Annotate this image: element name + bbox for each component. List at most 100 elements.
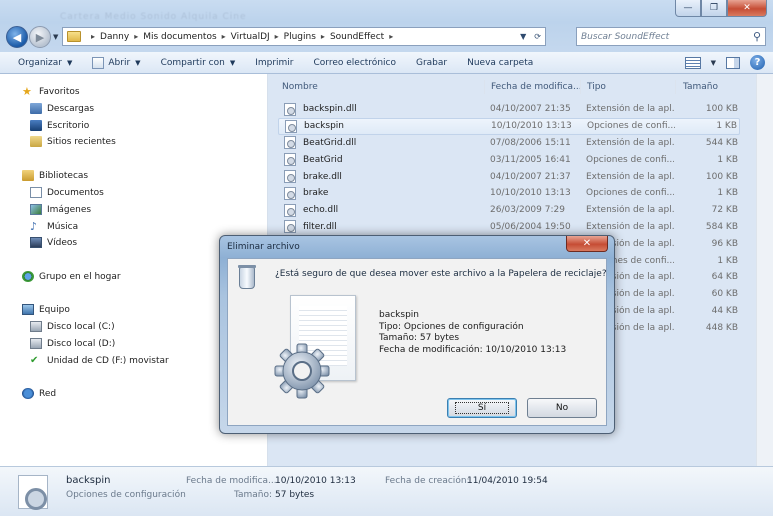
file-type: Opciones de confi... — [586, 154, 674, 165]
sidebar-item-downloads[interactable]: Descargas — [30, 103, 94, 114]
sidebar-item-desktop[interactable]: Escritorio — [30, 120, 89, 131]
file-size: 1 KB — [717, 154, 738, 165]
file-size: 44 KB — [711, 305, 738, 316]
address-dropdown-icon[interactable]: ▼ — [520, 32, 526, 41]
minimize-button[interactable]: — — [675, 0, 701, 17]
sidebar-item-network[interactable]: Red — [22, 388, 56, 399]
file-thumbnail-icon — [18, 475, 48, 510]
file-row[interactable]: brake 10/10/2010 13:13 Opciones de confi..… — [278, 185, 740, 202]
maximize-button[interactable]: ❐ — [701, 0, 727, 17]
email-button[interactable]: Correo electrónico — [314, 58, 396, 68]
column-name[interactable]: Nombre — [282, 82, 318, 92]
search-input[interactable]: Buscar SoundEffect ⚲ — [576, 27, 766, 46]
file-row[interactable]: backspin.dll 04/10/2007 21:35 Extensión de… — [278, 101, 740, 118]
file-row[interactable]: echo.dll 26/03/2009 7:29 Extensión de la a… — [278, 202, 740, 219]
file-row[interactable]: filter.dll 05/06/2004 19:50 Extensión de l… — [278, 219, 740, 236]
column-headers: Nombre Fecha de modifica... Tipo Tamaño — [275, 80, 745, 94]
share-button[interactable]: Compartir con ▼ — [161, 58, 236, 68]
column-size[interactable]: Tamaño — [683, 82, 718, 92]
sidebar-item-homegroup[interactable]: Grupo en el hogar — [22, 271, 121, 282]
breadcrumb-root-arrow[interactable]: ▸ — [86, 32, 100, 41]
file-size: 1 KB — [717, 188, 738, 199]
file-name: backspin — [304, 121, 344, 132]
print-button[interactable]: Imprimir — [255, 58, 293, 68]
breadcrumb-danny[interactable]: Danny ▸ — [100, 32, 143, 42]
column-type[interactable]: Tipo — [587, 82, 606, 92]
search-placeholder: Buscar SoundEffect — [581, 31, 670, 42]
details-pane: backspin Opciones de configuración Fecha… — [0, 466, 773, 516]
dialog-file-info: backspin Tipo: Opciones de configuración… — [379, 310, 566, 356]
open-button[interactable]: Abrir ▼ — [92, 56, 141, 69]
file-row[interactable]: BeatGrid 03/11/2005 16:41 Opciones de conf… — [278, 151, 740, 168]
arrow-right-icon: ▶ — [35, 30, 45, 44]
sidebar-item-images[interactable]: Imágenes — [30, 204, 91, 215]
videos-icon — [30, 237, 42, 248]
details-created-label: Fecha de creación: — [385, 476, 470, 486]
downloads-icon — [30, 103, 42, 114]
sidebar-item-favorites[interactable]: ★ Favoritos — [22, 86, 80, 97]
file-date: 10/10/2010 13:13 — [490, 188, 571, 199]
refresh-icon[interactable]: ⟳ — [534, 32, 541, 41]
file-size: 64 KB — [711, 272, 738, 283]
cd-drive-icon: ✔ — [30, 355, 39, 366]
view-dropdown-icon[interactable]: ▼ — [711, 59, 716, 67]
organize-button[interactable]: Organizar ▼ — [18, 58, 72, 68]
search-icon[interactable]: ⚲ — [753, 30, 761, 43]
sidebar-item-disk-d[interactable]: Disco local (D:) — [30, 338, 115, 349]
file-name: BeatGrid.dll — [303, 137, 357, 148]
file-row[interactable]: brake.dll 04/10/2007 21:37 Extensión de la… — [278, 168, 740, 185]
recent-pages-dropdown[interactable]: ▼ — [53, 33, 58, 41]
file-size: 72 KB — [711, 205, 738, 216]
view-icon[interactable] — [684, 56, 701, 69]
file-type: Extensión de la apl... — [586, 205, 674, 216]
file-row[interactable]: backspin 10/10/2010 13:13 Opciones de conf… — [278, 117, 740, 135]
sidebar-item-cd[interactable]: ✔ Unidad de CD (F:) movistar — [30, 355, 169, 366]
dialog-body: ¿Está seguro de que desea mover este arc… — [227, 258, 607, 426]
file-type: Extensión de la apl... — [586, 221, 674, 232]
sidebar-item-disk-c[interactable]: Disco local (C:) — [30, 321, 115, 332]
breadcrumb-soundeffect[interactable]: SoundEffect ▸ — [330, 32, 398, 42]
address-bar[interactable]: ▸ Danny ▸ Mis documentos ▸ VirtualDJ ▸ Plug… — [62, 27, 546, 46]
column-date[interactable]: Fecha de modifica... — [491, 82, 582, 92]
sidebar-item-libraries[interactable]: Bibliotecas — [22, 170, 88, 181]
breadcrumb-virtualdj[interactable]: VirtualDJ ▸ — [231, 32, 284, 42]
new-folder-button[interactable]: Nueva carpeta — [467, 58, 533, 68]
homegroup-icon — [22, 271, 34, 282]
dialog-file-type: Tipo: Opciones de configuración — [379, 321, 524, 332]
file-row[interactable]: BeatGrid.dll 07/08/2006 15:11 Extensión de… — [278, 135, 740, 152]
dialog-question: ¿Está seguro de que desea mover este arc… — [275, 269, 607, 279]
column-divider[interactable] — [675, 80, 676, 94]
sidebar-item-music[interactable]: ♪ Música — [30, 221, 78, 232]
burn-button[interactable]: Grabar — [416, 58, 447, 68]
vertical-scrollbar[interactable] — [756, 74, 773, 466]
sidebar-item-recent[interactable]: Sitios recientes — [30, 136, 116, 147]
no-button[interactable]: No — [527, 398, 597, 418]
gear-icon — [274, 343, 330, 399]
preview-pane-icon[interactable] — [726, 56, 740, 69]
file-date: 07/08/2006 15:11 — [490, 137, 571, 148]
file-date: 10/10/2010 13:13 — [491, 121, 572, 132]
open-icon — [92, 56, 105, 69]
computer-icon — [22, 304, 34, 315]
dialog-file-size: Tamaño: 57 bytes — [379, 333, 460, 344]
help-icon[interactable]: ? — [750, 55, 765, 70]
column-divider[interactable] — [484, 80, 485, 94]
sidebar-item-documents[interactable]: Documentos — [30, 187, 104, 198]
file-icon — [284, 170, 296, 184]
file-size: 448 KB — [705, 322, 738, 333]
file-size: 60 KB — [711, 289, 738, 300]
sidebar-item-computer[interactable]: Equipo — [22, 304, 70, 315]
file-type: Opciones de confi... — [586, 188, 674, 199]
sidebar-item-videos[interactable]: Vídeos — [30, 237, 77, 248]
dialog-close-button[interactable]: ✕ — [566, 236, 608, 252]
forward-button[interactable]: ▶ — [29, 26, 51, 48]
details-size-label: Tamaño: — [234, 490, 273, 500]
close-button[interactable]: ✕ — [727, 0, 767, 17]
back-button[interactable]: ◀ — [6, 26, 28, 48]
column-divider[interactable] — [580, 80, 581, 94]
breadcrumb-plugins[interactable]: Plugins ▸ — [284, 32, 330, 42]
details-created-value: 11/04/2010 19:54 — [467, 476, 548, 486]
yes-button[interactable]: Sí — [447, 398, 517, 418]
file-size: 96 KB — [711, 238, 738, 249]
breadcrumb-mis-documentos[interactable]: Mis documentos ▸ — [143, 32, 230, 42]
